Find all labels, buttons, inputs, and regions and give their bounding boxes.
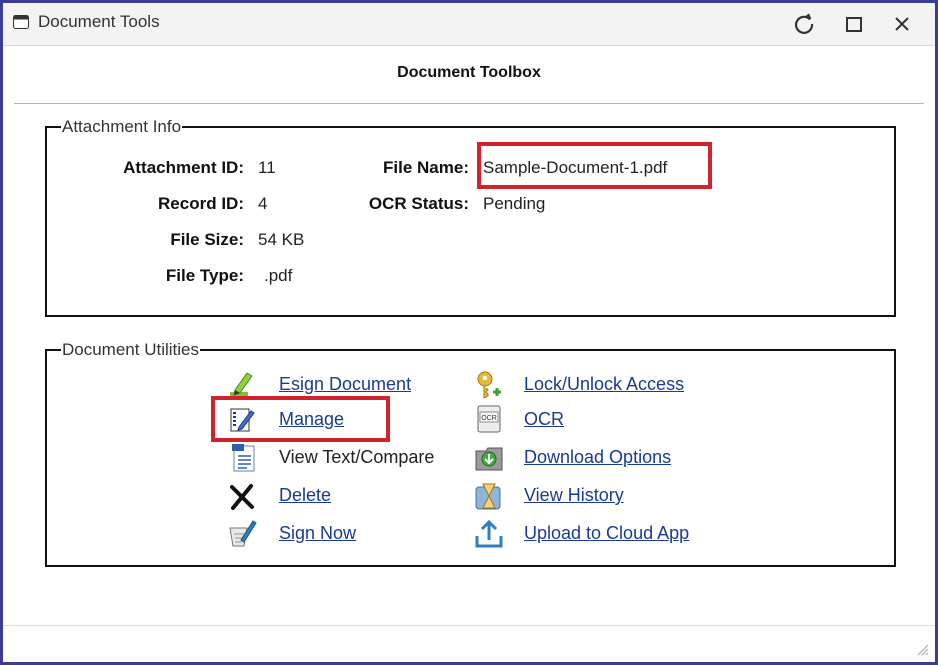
document-utilities-legend: Document Utilities <box>62 340 199 359</box>
text-document-icon[interactable] <box>229 443 259 473</box>
sign-pen-icon[interactable] <box>227 518 257 548</box>
key-icon[interactable] <box>473 370 503 400</box>
close-icon[interactable] <box>889 11 915 37</box>
refresh-icon[interactable] <box>791 11 817 37</box>
status-bar <box>3 625 935 662</box>
file-size-label: File Size: <box>170 230 244 249</box>
maximize-icon[interactable] <box>841 11 867 37</box>
ocr-status-label: OCR Status: <box>368 194 469 213</box>
document-utilities-group: Document Utilities <box>45 340 896 567</box>
file-name-label: File Name: <box>383 158 469 177</box>
download-folder-icon[interactable] <box>474 443 504 473</box>
view-history-link[interactable]: View History <box>524 485 624 506</box>
manage-highlight <box>211 396 390 442</box>
file-size-value: 54 KB <box>258 230 305 249</box>
ocr-scan-icon[interactable]: OCR <box>474 404 504 434</box>
file-name-highlight <box>477 142 712 189</box>
upload-to-cloud-app-link[interactable]: Upload to Cloud App <box>524 523 689 544</box>
document-tools-window: Document Tools Document Toolbox Attachme… <box>0 0 938 665</box>
window-title: Document Tools <box>38 12 160 31</box>
title-bar: Document Tools <box>3 3 935 46</box>
record-id-value: 4 <box>258 194 268 213</box>
resize-grip-icon[interactable] <box>915 642 929 656</box>
attachment-id-label: Attachment ID: <box>123 158 244 177</box>
file-type-value: .pdf <box>264 266 293 285</box>
delete-x-icon[interactable] <box>227 482 257 512</box>
sign-now-link[interactable]: Sign Now <box>279 523 356 544</box>
attachment-info-legend: Attachment Info <box>62 117 182 136</box>
svg-text:OCR: OCR <box>481 415 497 422</box>
page-heading: Document Toolbox <box>397 64 541 81</box>
record-id-label: Record ID: <box>158 194 244 213</box>
divider <box>14 103 924 104</box>
view-text-compare-label[interactable]: View Text/Compare <box>279 447 434 468</box>
ocr-link[interactable]: OCR <box>524 409 564 430</box>
file-type-label: File Type: <box>165 266 244 285</box>
ocr-status-value: Pending <box>483 194 546 213</box>
delete-link[interactable]: Delete <box>279 485 331 506</box>
window-icon <box>13 15 29 29</box>
esign-document-link[interactable]: Esign Document <box>279 374 411 395</box>
upload-arrow-icon[interactable] <box>474 518 504 548</box>
lock-unlock-access-link[interactable]: Lock/Unlock Access <box>524 374 684 395</box>
download-options-link[interactable]: Download Options <box>524 447 671 468</box>
attachment-id-value: 11 <box>258 158 276 177</box>
hourglass-history-icon[interactable] <box>474 481 504 511</box>
attachment-info-group: Attachment Info <box>45 117 896 317</box>
